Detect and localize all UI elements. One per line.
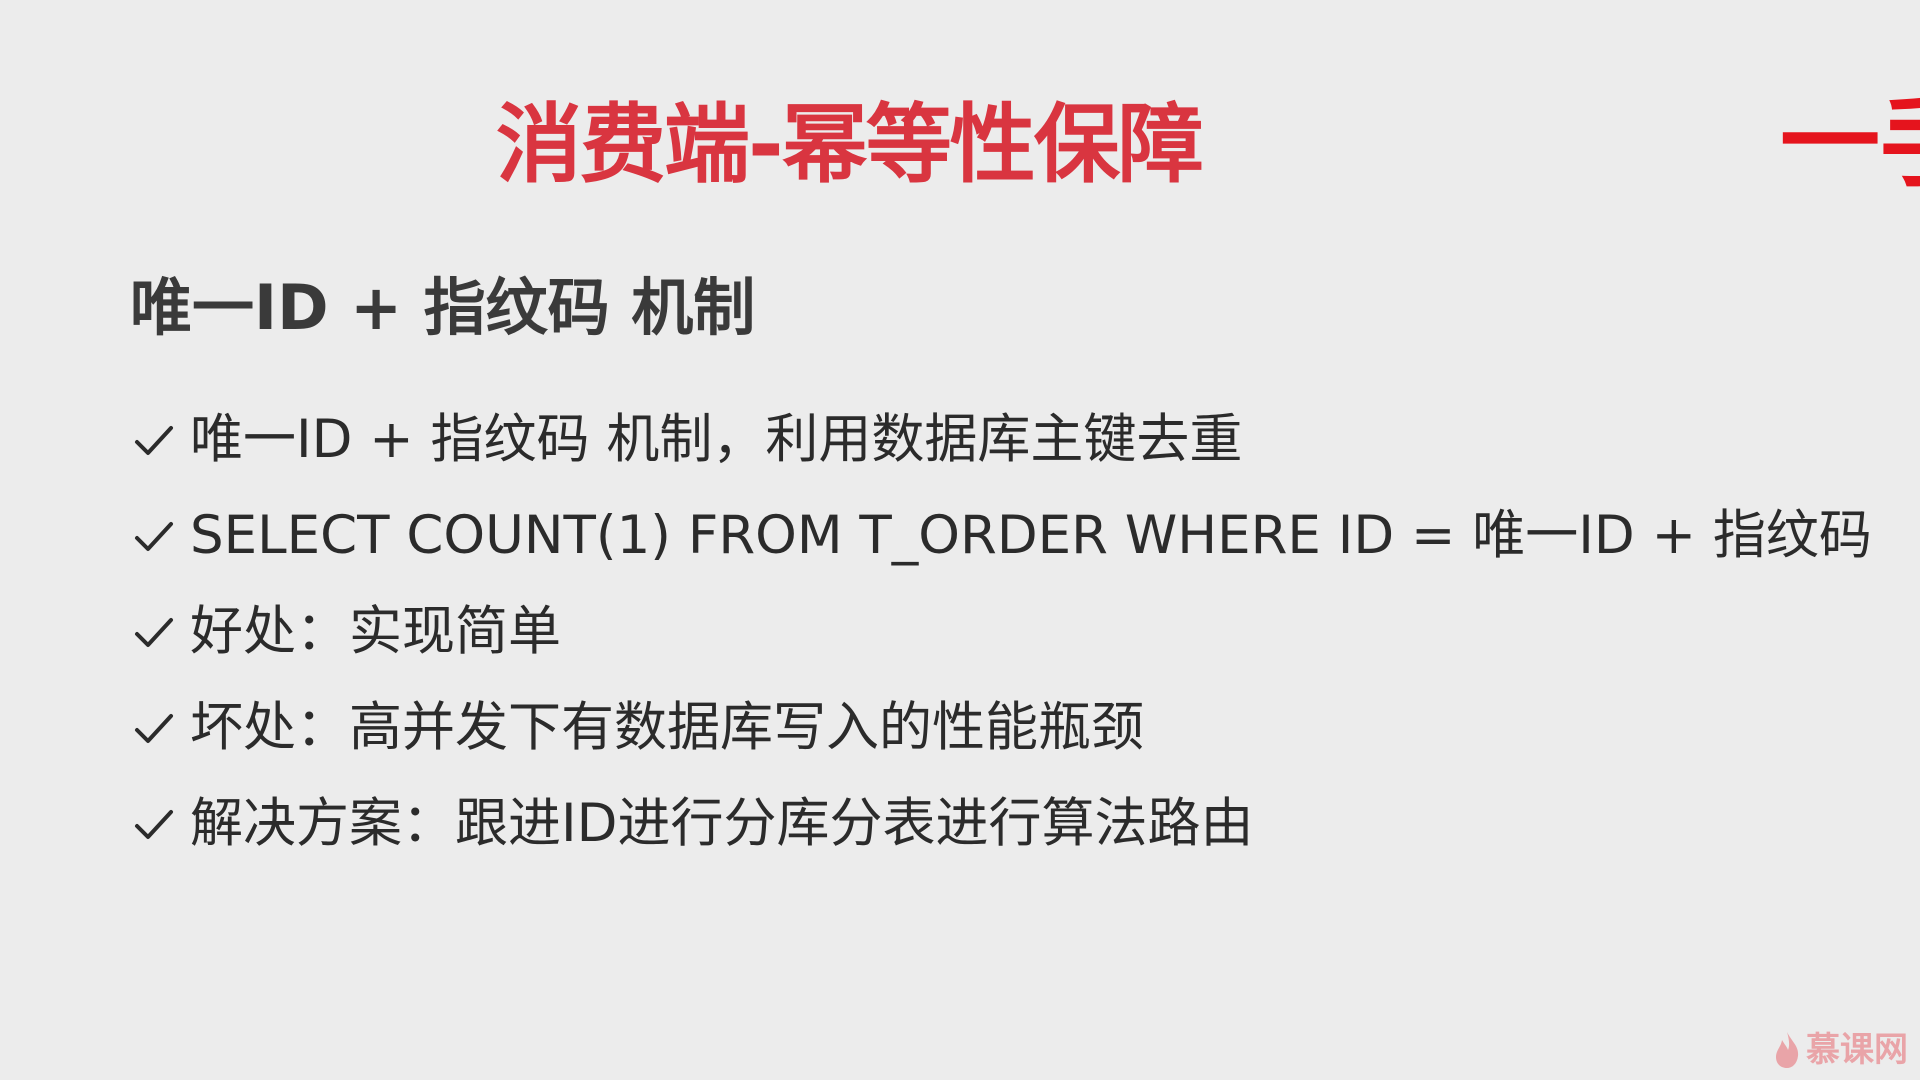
slide-subtitle: 唯一ID + 指纹码 机制 (130, 271, 756, 344)
presentation-slide: 消费端-幂等性保障 一手 唯一ID + 指纹码 机制 唯一ID + 指纹码 机制… (0, 0, 1920, 1080)
bullet-list: 唯一ID + 指纹码 机制，利用数据库主键去重 SELECT COUNT(1) … (130, 392, 1872, 872)
corner-title-clip: 一手 (1780, 78, 1920, 208)
bullet-text: 坏处：高并发下有数据库写入的性能瓶颈 (190, 697, 1144, 758)
checkmark-icon (135, 618, 173, 647)
corner-title-text: 一手 (1780, 84, 1920, 201)
bullet-item: 唯一ID + 指纹码 机制，利用数据库主键去重 (130, 392, 1872, 488)
watermark-text: 慕课网 (1806, 1030, 1908, 1070)
bullet-item: 好处：实现简单 (130, 584, 1872, 680)
bullet-text: 解决方案：跟进ID进行分库分表进行算法路由 (190, 793, 1254, 854)
site-watermark: 慕课网 (1772, 1028, 1908, 1072)
bullet-text: SELECT COUNT(1) FROM T_ORDER WHERE ID = … (190, 505, 1872, 566)
slide-title: 消费端-幂等性保障 (496, 95, 1204, 195)
checkmark-icon (135, 522, 173, 551)
bullet-item: 解决方案：跟进ID进行分库分表进行算法路由 (130, 776, 1872, 872)
bullet-text: 好处：实现简单 (190, 601, 561, 662)
checkmark-icon (135, 426, 173, 455)
bullet-item: SELECT COUNT(1) FROM T_ORDER WHERE ID = … (130, 488, 1872, 584)
bullet-text: 唯一ID + 指纹码 机制，利用数据库主键去重 (190, 409, 1243, 470)
flame-icon (1776, 1032, 1799, 1068)
checkmark-icon (135, 714, 173, 743)
bullet-item: 坏处：高并发下有数据库写入的性能瓶颈 (130, 680, 1872, 776)
checkmark-icon (135, 810, 173, 839)
